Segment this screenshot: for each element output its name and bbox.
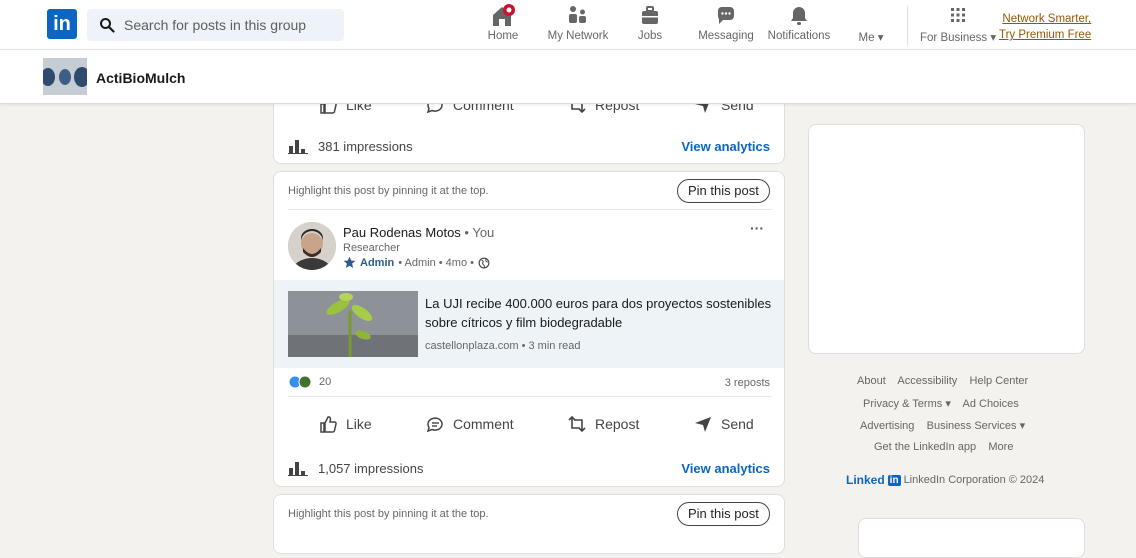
- footer-privacy-terms[interactable]: Privacy & Terms: [863, 398, 942, 410]
- author-name[interactable]: Pau Rodenas Motos: [343, 225, 461, 240]
- post-meta: Admin • Admin • 4mo •: [343, 256, 490, 269]
- star-icon: [343, 256, 356, 269]
- pin-hint: Highlight this post by pinning it at the…: [288, 508, 489, 520]
- chevron-down-icon: ▾: [990, 32, 997, 44]
- repost-button[interactable]: Repost: [567, 414, 639, 434]
- linkedin-in-logo: in: [887, 474, 901, 486]
- chevron-down-icon: ▾: [877, 32, 884, 44]
- pin-hint: Highlight this post by pinning it at the…: [288, 185, 489, 197]
- linkedin-wordmark: Linked: [846, 473, 885, 487]
- pin-post-button[interactable]: Pin this post: [677, 179, 770, 203]
- chevron-down-icon: ▾: [945, 398, 951, 410]
- post-card: Highlight this post by pinning it at the…: [273, 171, 785, 487]
- search-input[interactable]: Search for posts in this group: [87, 9, 344, 41]
- author-avatar[interactable]: [288, 222, 336, 270]
- nav-jobs[interactable]: Jobs: [635, 4, 665, 48]
- like-icon: [320, 416, 337, 433]
- footer-about[interactable]: About: [857, 375, 886, 387]
- article-thumbnail: [288, 291, 418, 357]
- author-line: Pau Rodenas Motos • You: [343, 225, 494, 240]
- article-preview[interactable]: La UJI recibe 400.000 euros para dos pro…: [274, 280, 784, 368]
- impressions[interactable]: 1,057 impressions: [288, 460, 424, 476]
- nav-notifications[interactable]: Notifications: [766, 4, 832, 48]
- right-rail-card: [808, 124, 1085, 354]
- send-button[interactable]: Send: [693, 414, 754, 434]
- group-header: ActiBioMulch: [0, 50, 1136, 104]
- admin-badge: Admin: [360, 256, 395, 269]
- nav-for-business[interactable]: For Business ▾: [920, 4, 996, 48]
- reaction-icons: [288, 375, 312, 389]
- footer-business-services[interactable]: Business Services: [927, 420, 1017, 432]
- footer-copyright: Linked in LinkedIn Corporation © 2024: [846, 473, 1045, 487]
- messaging-icon: [717, 6, 734, 24]
- divider: [288, 396, 772, 397]
- grid-icon: [951, 8, 965, 22]
- more-options-icon[interactable]: ···: [750, 220, 764, 236]
- article-source: castellonplaza.com • 3 min read: [425, 340, 581, 352]
- search-placeholder: Search for posts in this group: [124, 17, 307, 33]
- view-analytics-link[interactable]: View analytics: [681, 139, 770, 154]
- pin-post-button[interactable]: Pin this post: [677, 502, 770, 526]
- view-analytics-link[interactable]: View analytics: [681, 461, 770, 476]
- footer-ad-choices[interactable]: Ad Choices: [962, 398, 1018, 410]
- analytics-bar-icon: [288, 140, 308, 154]
- you-tag: • You: [464, 225, 495, 240]
- footer-more[interactable]: More: [988, 441, 1013, 453]
- nav-my-network[interactable]: My Network: [546, 4, 610, 48]
- right-rail-card-2: [858, 518, 1085, 558]
- impressions[interactable]: 381 impressions: [288, 138, 413, 154]
- like-button[interactable]: Like: [318, 414, 372, 434]
- author-role: Researcher: [343, 242, 400, 254]
- article-title[interactable]: La UJI recibe 400.000 euros para dos pro…: [425, 294, 775, 332]
- linkedin-logo[interactable]: in: [47, 9, 77, 39]
- network-icon: [569, 6, 586, 23]
- footer-help-center[interactable]: Help Center: [970, 375, 1029, 387]
- nav-me[interactable]: Me ▾: [853, 4, 889, 48]
- nav-home[interactable]: Home: [482, 4, 524, 48]
- home-icon: [493, 4, 515, 26]
- nav-messaging[interactable]: Messaging: [698, 4, 754, 48]
- reposts-count[interactable]: 3 reposts: [725, 377, 770, 389]
- top-navigation-bar: in Search for posts in this group Home M…: [0, 0, 1136, 50]
- footer-accessibility[interactable]: Accessibility: [897, 375, 957, 387]
- search-icon: [100, 18, 115, 33]
- send-icon: [695, 417, 711, 432]
- analytics-bar-icon: [288, 462, 308, 476]
- comment-icon: [426, 417, 443, 433]
- reactions-summary[interactable]: 20: [288, 375, 331, 389]
- group-logo[interactable]: [43, 58, 87, 95]
- chevron-down-icon: ▾: [1019, 420, 1026, 432]
- footer-get-app[interactable]: Get the LinkedIn app: [874, 441, 976, 453]
- globe-icon: [478, 257, 490, 268]
- repost-icon: [568, 415, 586, 433]
- divider: [288, 209, 772, 210]
- comment-button[interactable]: Comment: [425, 414, 514, 434]
- footer-advertising[interactable]: Advertising: [860, 420, 914, 432]
- nav-divider: [907, 6, 908, 46]
- premium-upsell-link[interactable]: Network Smarter, Try Premium Free: [999, 11, 1091, 43]
- avatar: [859, 4, 883, 28]
- group-name[interactable]: ActiBioMulch: [96, 70, 185, 86]
- briefcase-icon: [642, 6, 658, 24]
- next-post-card: Highlight this post by pinning it at the…: [273, 494, 785, 554]
- bell-icon: [791, 7, 807, 25]
